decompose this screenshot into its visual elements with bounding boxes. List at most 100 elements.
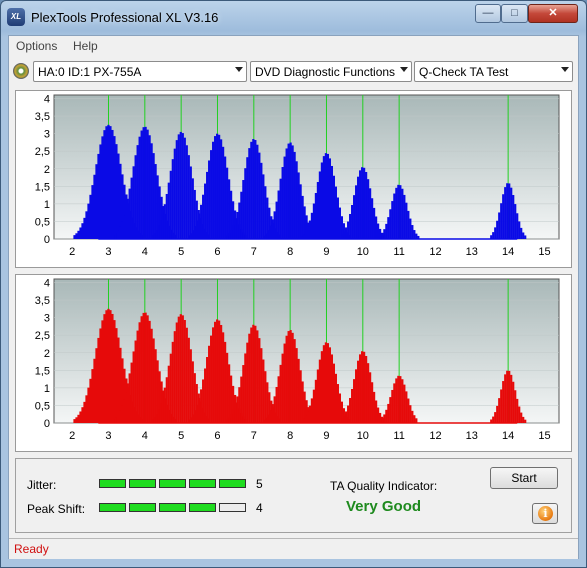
histogram-bar xyxy=(226,167,229,239)
histogram-bar xyxy=(379,420,382,423)
histogram-bar xyxy=(285,335,288,423)
histogram-bar xyxy=(516,398,519,423)
disc-drive-icon xyxy=(13,63,29,79)
histogram-bar xyxy=(103,130,106,239)
histogram-bar xyxy=(334,373,337,423)
histogram-bar xyxy=(242,365,245,423)
histogram-bar xyxy=(508,183,511,239)
histogram-bar xyxy=(250,141,253,239)
x-tick-label: 14 xyxy=(502,246,514,258)
close-button[interactable]: ✕ xyxy=(528,4,578,23)
histogram-bar xyxy=(347,405,350,423)
histogram-bar xyxy=(318,171,322,239)
window-title: PlexTools Professional XL V3.16 xyxy=(31,10,219,25)
histogram-bar xyxy=(134,340,137,423)
y-tick-label: 4 xyxy=(44,278,50,290)
x-tick-label: 15 xyxy=(538,430,550,442)
histogram-bar xyxy=(267,414,270,423)
histogram-bar xyxy=(506,370,509,423)
histogram-bar xyxy=(399,376,402,423)
histogram-bar xyxy=(320,162,324,239)
histogram-bar xyxy=(220,139,223,239)
histogram-bar xyxy=(324,153,328,239)
x-tick-label: 11 xyxy=(393,246,404,258)
meter-segment xyxy=(159,479,186,488)
histogram-bar xyxy=(263,419,266,423)
menu-help[interactable]: Help xyxy=(73,39,98,53)
histogram-bar xyxy=(353,195,356,239)
histogram-bar xyxy=(89,378,92,423)
histogram-bar xyxy=(117,337,120,423)
histogram-bar xyxy=(167,182,170,239)
title-bar[interactable]: XL PlexTools Professional XL V3.16 — □ ✕ xyxy=(1,1,586,33)
minimize-button[interactable]: — xyxy=(475,4,501,23)
histogram-bar xyxy=(105,126,108,239)
ta-quality-value: Very Good xyxy=(346,498,422,515)
histogram-bar xyxy=(359,170,362,239)
histogram-bar xyxy=(343,231,346,239)
histogram-bar xyxy=(244,168,247,239)
histogram-bar xyxy=(308,405,312,423)
histogram-bar xyxy=(181,133,184,239)
histogram-bar xyxy=(150,328,153,423)
histogram-bar xyxy=(302,234,306,239)
histogram-bar xyxy=(510,374,513,423)
histogram-bar xyxy=(191,178,194,239)
histogram-bar xyxy=(411,410,414,423)
x-tick-label: 8 xyxy=(287,430,293,442)
histogram-bar xyxy=(302,418,306,423)
test-select[interactable]: Q-Check TA Test xyxy=(414,61,573,82)
histogram-bar xyxy=(494,412,497,423)
histogram-bar xyxy=(252,139,255,239)
histogram-bar xyxy=(271,404,274,423)
info-button[interactable]: i xyxy=(532,503,558,524)
histogram-bar xyxy=(216,319,219,423)
histogram-bar xyxy=(165,193,168,239)
histogram-bar xyxy=(281,353,284,423)
histogram-bar xyxy=(240,191,243,239)
histogram-bar xyxy=(415,233,418,239)
histogram-bar xyxy=(113,320,116,423)
x-tick-label: 2 xyxy=(69,246,75,258)
drive-select[interactable]: HA:0 ID:1 PX-755A xyxy=(33,61,247,82)
histogram-bar xyxy=(299,184,302,239)
histogram-bar xyxy=(114,417,117,423)
histogram-bar xyxy=(238,202,241,239)
histogram-bar xyxy=(157,225,160,239)
histogram-bar xyxy=(83,217,86,239)
histogram-bar xyxy=(198,397,201,423)
histogram-bar xyxy=(283,156,286,239)
y-tick-label: 2,5 xyxy=(35,330,50,342)
function-select[interactable]: DVD Diagnostic Functions xyxy=(250,61,412,82)
start-button[interactable]: Start xyxy=(490,467,558,489)
histogram-bar xyxy=(381,232,384,239)
histogram-bar xyxy=(151,419,154,423)
histogram-bar xyxy=(318,359,322,423)
histogram-bar xyxy=(185,327,188,423)
histogram-bar xyxy=(260,162,263,239)
histogram-bar xyxy=(289,330,292,423)
histogram-bar xyxy=(152,153,155,239)
histogram-bar xyxy=(250,327,253,423)
histogram-bar xyxy=(304,230,308,239)
histogram-bar xyxy=(99,144,102,239)
histogram-bar xyxy=(109,126,112,239)
histogram-bar xyxy=(75,233,78,239)
histogram-bar xyxy=(136,145,139,239)
histogram-bar xyxy=(212,327,215,423)
menu-options[interactable]: Options xyxy=(16,39,57,53)
histogram-bar xyxy=(159,220,162,239)
histogram-bar xyxy=(524,419,527,423)
histogram-bar xyxy=(338,207,341,239)
histogram-bar xyxy=(140,130,143,239)
histogram-bar xyxy=(502,381,505,423)
histogram-bar xyxy=(347,221,350,239)
histogram-bar xyxy=(310,212,314,239)
histogram-bar xyxy=(363,167,366,239)
histogram-bar xyxy=(142,312,145,423)
histogram-bar xyxy=(341,234,344,239)
maximize-button[interactable]: □ xyxy=(501,4,528,23)
histogram-bar xyxy=(210,335,213,423)
jitter-meter xyxy=(99,479,249,489)
histogram-bar xyxy=(120,221,123,239)
